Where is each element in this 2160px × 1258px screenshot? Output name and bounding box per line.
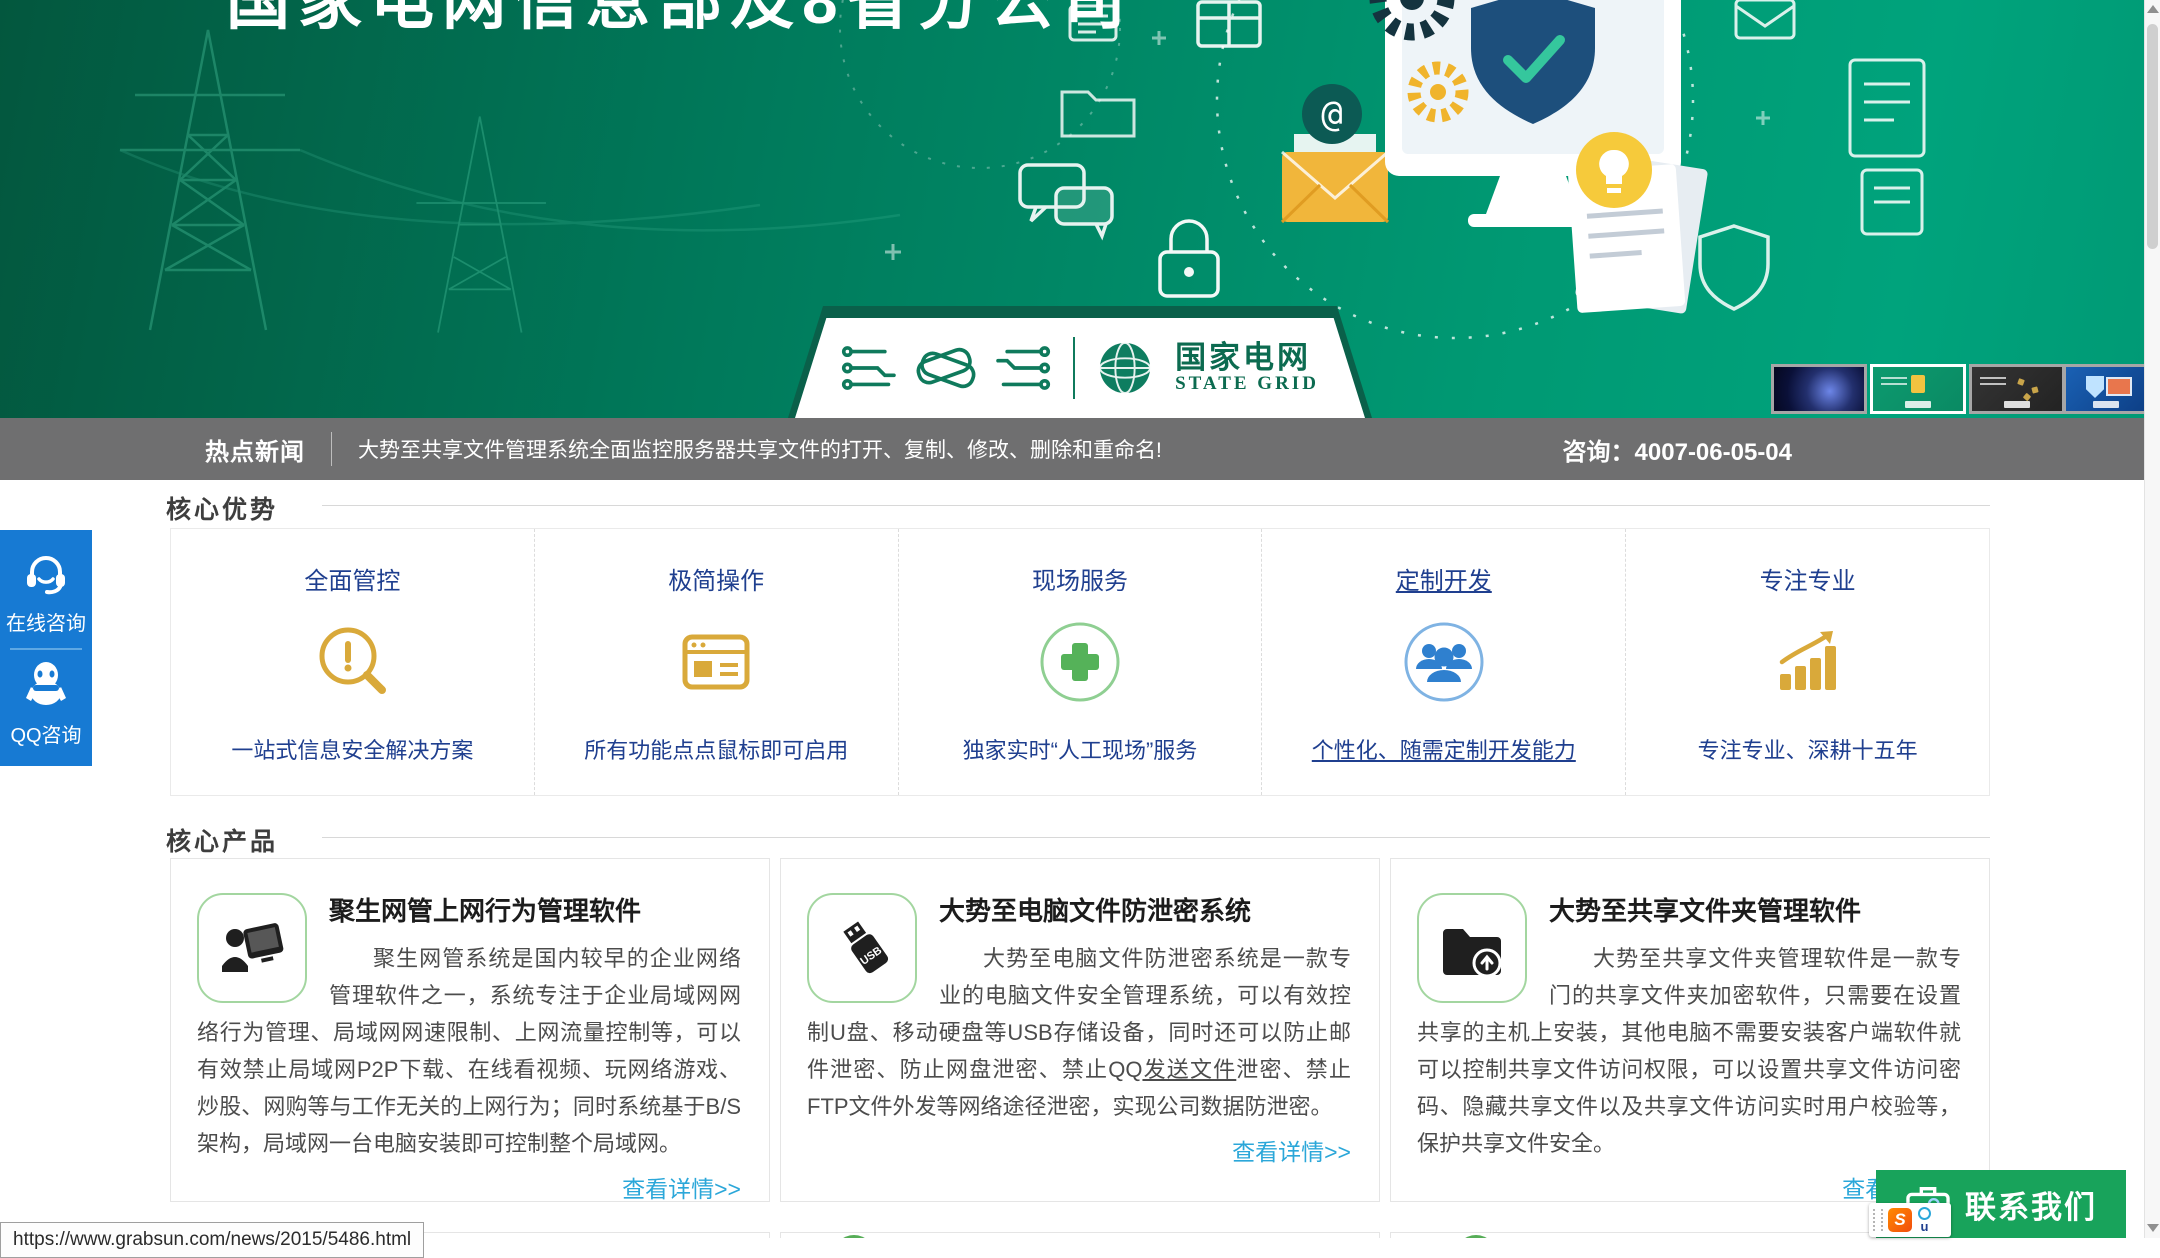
section-rule [322, 505, 1990, 506]
headset-icon [23, 550, 69, 596]
link-target-statusbar: https://www.grabsun.com/news/2015/5486.h… [0, 1222, 424, 1258]
view-details-link[interactable]: 查看详情>> [807, 1133, 1351, 1167]
input-method-toolbar[interactable]: S u [1869, 1203, 1951, 1237]
box-icon [1198, 2, 1260, 46]
news-headline-link[interactable]: 大势至共享文件管理系统全面监控服务器共享文件的打开、复制、修改、删除和重命名! [358, 434, 1162, 464]
thumb-label-decoration [2093, 401, 2119, 408]
advantage-item-simple-operation[interactable]: 极简操作 所有功能点点鼠标即可启用 [535, 529, 899, 795]
online-consult-label: 在线咨询 [0, 607, 92, 636]
thumb-monitor-decoration [2106, 377, 2132, 396]
toolbar-grip-handle[interactable] [1873, 1209, 1883, 1231]
scroll-down-arrow[interactable] [2147, 1224, 2159, 1232]
qq-consult-button[interactable]: QQ咨询 [0, 650, 92, 760]
email-icon: @ [1282, 84, 1388, 222]
person-monitor-icon [197, 893, 307, 1003]
sogou-logo-icon[interactable]: S [1888, 1208, 1912, 1232]
advantage-title: 全面管控 [171, 561, 534, 596]
usb-drive-icon: USB [807, 893, 917, 1003]
link-target-url: https://www.grabsun.com/news/2015/5486.h… [13, 1229, 411, 1251]
carousel-thumb-4[interactable] [2063, 364, 2144, 414]
thumb-text-decoration [1980, 377, 2006, 389]
documents-illustration [1568, 132, 1708, 314]
floating-consult-widget: 在线咨询 QQ咨询 [0, 530, 92, 766]
people-group-icon [1402, 620, 1486, 704]
growth-chart-icon [1766, 620, 1850, 704]
next-row-card-sliver [780, 1232, 1380, 1238]
product-card-leak-prevention: USB 大势至电脑文件防泄密系统 大势至电脑文件防泄密系统是一款专业的电脑文件安… [780, 858, 1380, 1202]
badge-divider [1073, 337, 1075, 399]
thumb-shield-decoration [2086, 376, 2104, 398]
carousel-thumb-2-active[interactable] [1870, 364, 1966, 414]
advantages-section-title: 核心优势 [166, 490, 278, 526]
toolbar-mini-icons: u [1918, 1207, 1931, 1233]
section-rule [322, 837, 1990, 838]
thumb-label-decoration [1905, 401, 1931, 408]
vertical-scrollbar[interactable] [2144, 0, 2160, 1238]
advantage-title: 现场服务 [899, 561, 1262, 596]
brand-name-en: STATE GRID [1175, 374, 1319, 394]
hot-news-bar: 热点新闻 大势至共享文件管理系统全面监控服务器共享文件的打开、复制、修改、删除和… [0, 418, 2144, 480]
consult-phone: 咨询：4007-06-05-04 [1563, 432, 1792, 467]
products-section-title: 核心产品 [166, 822, 278, 858]
online-consult-button[interactable]: 在线咨询 [0, 540, 92, 648]
folder-icon [1062, 92, 1134, 136]
inline-link[interactable]: 发送文件 [1142, 1057, 1236, 1082]
handshake-circuit-icon [841, 332, 1051, 404]
advantage-title-link[interactable]: 定制开发 [1262, 561, 1625, 596]
advantage-title: 专注专业 [1626, 561, 1989, 596]
contact-us-label: 联系我们 [1965, 1182, 2097, 1227]
u-glyph-icon: u [1921, 1220, 1929, 1233]
hero-banner: @ [0, 0, 2144, 418]
scrollbar-thumb[interactable] [2147, 24, 2158, 249]
thumb-label-decoration [2004, 401, 2030, 408]
scroll-up-arrow[interactable] [2147, 5, 2159, 13]
svg-text:@: @ [1321, 94, 1343, 135]
advantage-caption: 所有功能点点鼠标即可启用 [535, 733, 898, 765]
window-icon [674, 620, 758, 704]
advantage-item-onsite-service[interactable]: 现场服务 独家实时“人工现场”服务 [899, 529, 1263, 795]
green-cross-icon [1038, 620, 1122, 704]
qq-consult-label: QQ咨询 [0, 719, 92, 748]
advantage-caption-link[interactable]: 个性化、随需定制开发能力 [1262, 733, 1625, 765]
advantage-caption: 一站式信息安全解决方案 [171, 733, 534, 765]
product-card-netmanager: 聚生网管上网行为管理软件 聚生网管系统是国内较早的企业网络管理软件之一，系统专注… [170, 858, 770, 1202]
brand-name-cn: 国家电网 [1175, 342, 1319, 375]
banner-headline: 国家电网信息部及8省分公司 [226, 0, 1134, 42]
thumb-text-decoration [1881, 377, 1907, 389]
advantage-item-professional[interactable]: 专注专业 专注专业、深耕十五年 [1626, 529, 1989, 795]
advantage-item-full-control[interactable]: 全面管控 一站式信息安全解决方案 [171, 529, 535, 795]
folder-upload-icon [1417, 893, 1527, 1003]
carousel-thumb-3[interactable] [1969, 364, 2065, 414]
hot-news-label: 热点新闻 [205, 432, 305, 467]
magnifier-alert-icon [310, 620, 394, 704]
brand-badge: 国家电网 STATE GRID [795, 318, 1365, 418]
advantage-title: 极简操作 [535, 561, 898, 596]
qq-penguin-icon [24, 660, 68, 708]
advantage-caption: 专注专业、深耕十五年 [1626, 733, 1989, 765]
product-card-shared-folder: 大势至共享文件夹管理软件 大势至共享文件夹管理软件是一款专门的共享文件夹加密软件… [1390, 858, 1990, 1202]
padlock-icon [1160, 221, 1218, 296]
state-grid-globe-icon [1097, 340, 1153, 396]
advantage-caption: 独家实时“人工现场”服务 [899, 733, 1262, 765]
transmission-tower-illustration [120, 30, 900, 333]
view-details-link[interactable]: 查看详情>> [197, 1170, 741, 1204]
news-divider [331, 432, 332, 466]
shield-icon [1700, 226, 1768, 309]
carousel-thumb-1[interactable] [1771, 364, 1867, 414]
thumb-figure-decoration [1911, 375, 1925, 393]
advantage-item-custom-development[interactable]: 定制开发 个性化、随需定制开发能力 [1262, 529, 1626, 795]
advantages-panel: 全面管控 一站式信息安全解决方案 极简操作 所有功能点点鼠标即可启用 现场服务 [170, 528, 1990, 796]
chat-bubbles-icon [1020, 165, 1112, 236]
